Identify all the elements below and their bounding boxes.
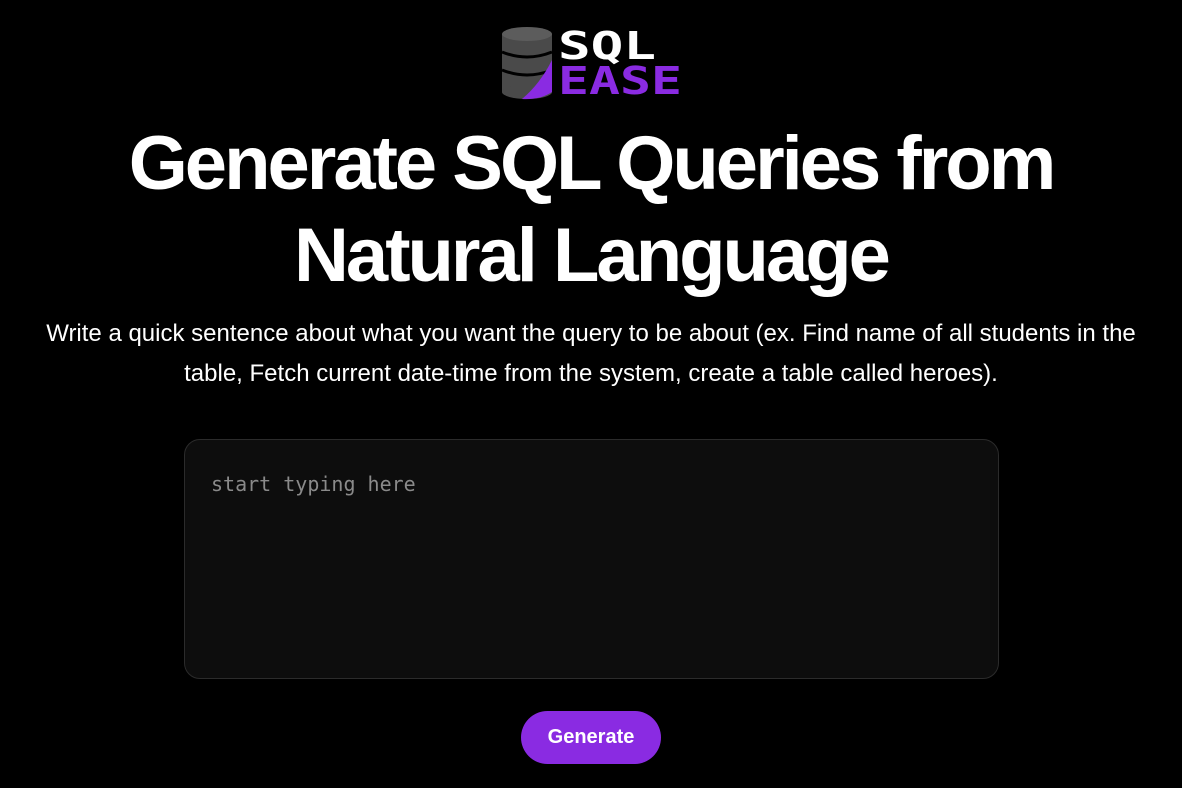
title-line-2: Natural Language (294, 213, 891, 298)
page-description: Write a quick sentence about what you wa… (46, 320, 1136, 387)
logo-line2: EASE (558, 59, 682, 100)
page-title: Generate SQL Queries from Natural Langua… (0, 118, 1182, 302)
generate-button[interactable]: Generate (521, 711, 661, 764)
database-icon (501, 27, 553, 100)
title-line-1: Generate SQL Queries from (128, 121, 1057, 206)
sql-ease-logo: SQL EASE (500, 26, 685, 100)
prompt-input[interactable] (184, 439, 999, 679)
logo-graphic: SQL EASE (501, 26, 682, 100)
